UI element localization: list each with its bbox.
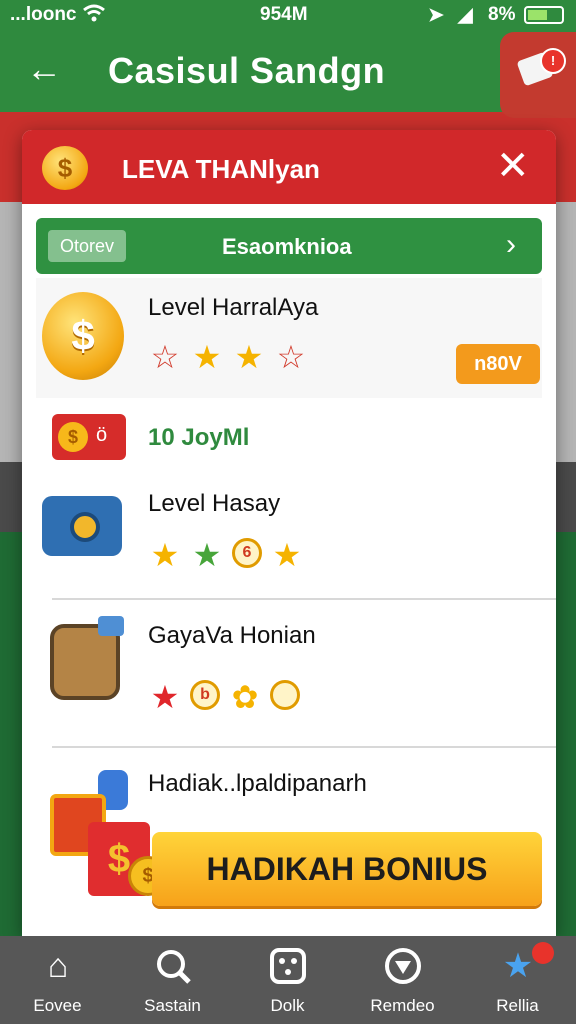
nav-item-pin[interactable]: Remdeo	[345, 936, 460, 1024]
home-icon: ⌂	[47, 947, 69, 985]
flower-icon: ✿	[231, 679, 259, 715]
signal-icon: ◢	[458, 5, 473, 26]
gift-notification-button[interactable]: !	[500, 32, 576, 118]
battery-percent: 8%	[488, 4, 516, 25]
camera-icon	[42, 496, 122, 556]
chevron-right-icon[interactable]: ›	[506, 228, 516, 262]
nav-label: Eovee	[33, 996, 82, 1015]
app-bar: ← Casisul Sandgn !	[0, 30, 576, 118]
gift-boxes-icon: $ $	[48, 770, 168, 910]
outline-star-icon: ☆	[276, 339, 306, 375]
coin-bag-icon: $	[42, 146, 88, 190]
location-icon: ➤	[428, 5, 444, 26]
level-badge[interactable]: n80V	[456, 344, 540, 384]
carrier-label: ...loonc	[10, 4, 77, 25]
nav-item-star[interactable]: ★ Rellia	[460, 936, 575, 1024]
nav-label: Rellia	[496, 996, 539, 1015]
level-item-name: Hadiak..lpaldipanarh	[148, 770, 367, 797]
star-icon: ★	[192, 339, 222, 375]
status-bar: ...loonc 954M ➤ ◢ 8%	[0, 0, 576, 30]
nav-label: Sastain	[144, 996, 201, 1015]
dice-icon	[268, 946, 308, 986]
level-item[interactable]: GayaVa Honian ★ b ✿	[36, 602, 542, 732]
notification-dot	[532, 942, 554, 964]
rating-stars: ★ b ✿	[148, 680, 300, 716]
outline-star-icon: ☆	[150, 339, 180, 375]
close-icon[interactable]: ✕	[496, 144, 530, 188]
promo-tag-glyph: ö	[96, 424, 108, 446]
divider	[52, 598, 556, 600]
modal-title: LEVA THANlyan	[122, 154, 320, 184]
search-icon	[153, 946, 193, 986]
red-star-icon: ★	[150, 679, 180, 715]
nav-item-home[interactable]: ⌂ Eovee	[0, 936, 115, 1024]
coin-icon	[270, 680, 300, 710]
bonus-button[interactable]: HADIKAH BONIUS	[152, 832, 542, 906]
green-star-icon: ★	[192, 537, 222, 573]
notification-badge: !	[540, 48, 566, 74]
camera-lens	[70, 512, 100, 542]
level-item-name: Level HarralAya	[148, 294, 319, 321]
divider	[52, 746, 556, 748]
nav-label: Remdeo	[370, 996, 435, 1015]
bottom-nav: ⌂ Eovee Sastain Dolk Remdeo ★ Rellia	[0, 936, 576, 1024]
filter-chip[interactable]: Otorev	[48, 230, 126, 262]
token-icon: 6	[232, 538, 262, 568]
level-item[interactable]: $ Level HarralAya ☆ ★ ★ ☆ n80V	[36, 278, 542, 398]
wifi-icon	[82, 3, 106, 29]
filter-bar[interactable]: Otorev Esaomknioa ›	[36, 218, 542, 274]
app-title: Casisul Sandgn	[108, 50, 386, 91]
pin-icon	[383, 946, 423, 986]
pot-lid	[98, 616, 124, 636]
battery-icon	[524, 6, 564, 24]
modal-header: $ LEVA THANlyan ✕	[22, 130, 556, 204]
promo-tag: $ ö	[52, 414, 126, 460]
nav-label: Dolk	[270, 996, 305, 1015]
star-icon: ★	[234, 339, 264, 375]
rating-stars: ☆ ★ ★ ☆	[148, 340, 308, 376]
coin-icon: $	[58, 422, 88, 452]
nav-item-dice[interactable]: Dolk	[230, 936, 345, 1024]
star-icon: ★	[150, 537, 180, 573]
promo-text: 10 JoyMl	[148, 424, 250, 451]
back-arrow-icon[interactable]: ←	[26, 48, 62, 90]
battery-fill	[528, 10, 547, 20]
filter-label: Esaomknioa	[222, 234, 352, 259]
pot-icon	[50, 616, 124, 700]
star-icon: ★	[272, 537, 302, 573]
level-modal: $ LEVA THANlyan ✕ Otorev Esaomknioa › $ …	[22, 130, 556, 936]
rating-stars: ★ ★ 6 ★	[148, 538, 304, 574]
clock: 954M	[260, 4, 308, 25]
level-item-name: Level Hasay	[148, 490, 281, 517]
coin-bag-icon: $	[42, 292, 124, 380]
token-icon: b	[190, 680, 220, 710]
level-item[interactable]: Level Hasay ★ ★ 6 ★	[36, 480, 542, 590]
level-item-name: GayaVa Honian	[148, 622, 316, 649]
nav-item-search[interactable]: Sastain	[115, 936, 230, 1024]
